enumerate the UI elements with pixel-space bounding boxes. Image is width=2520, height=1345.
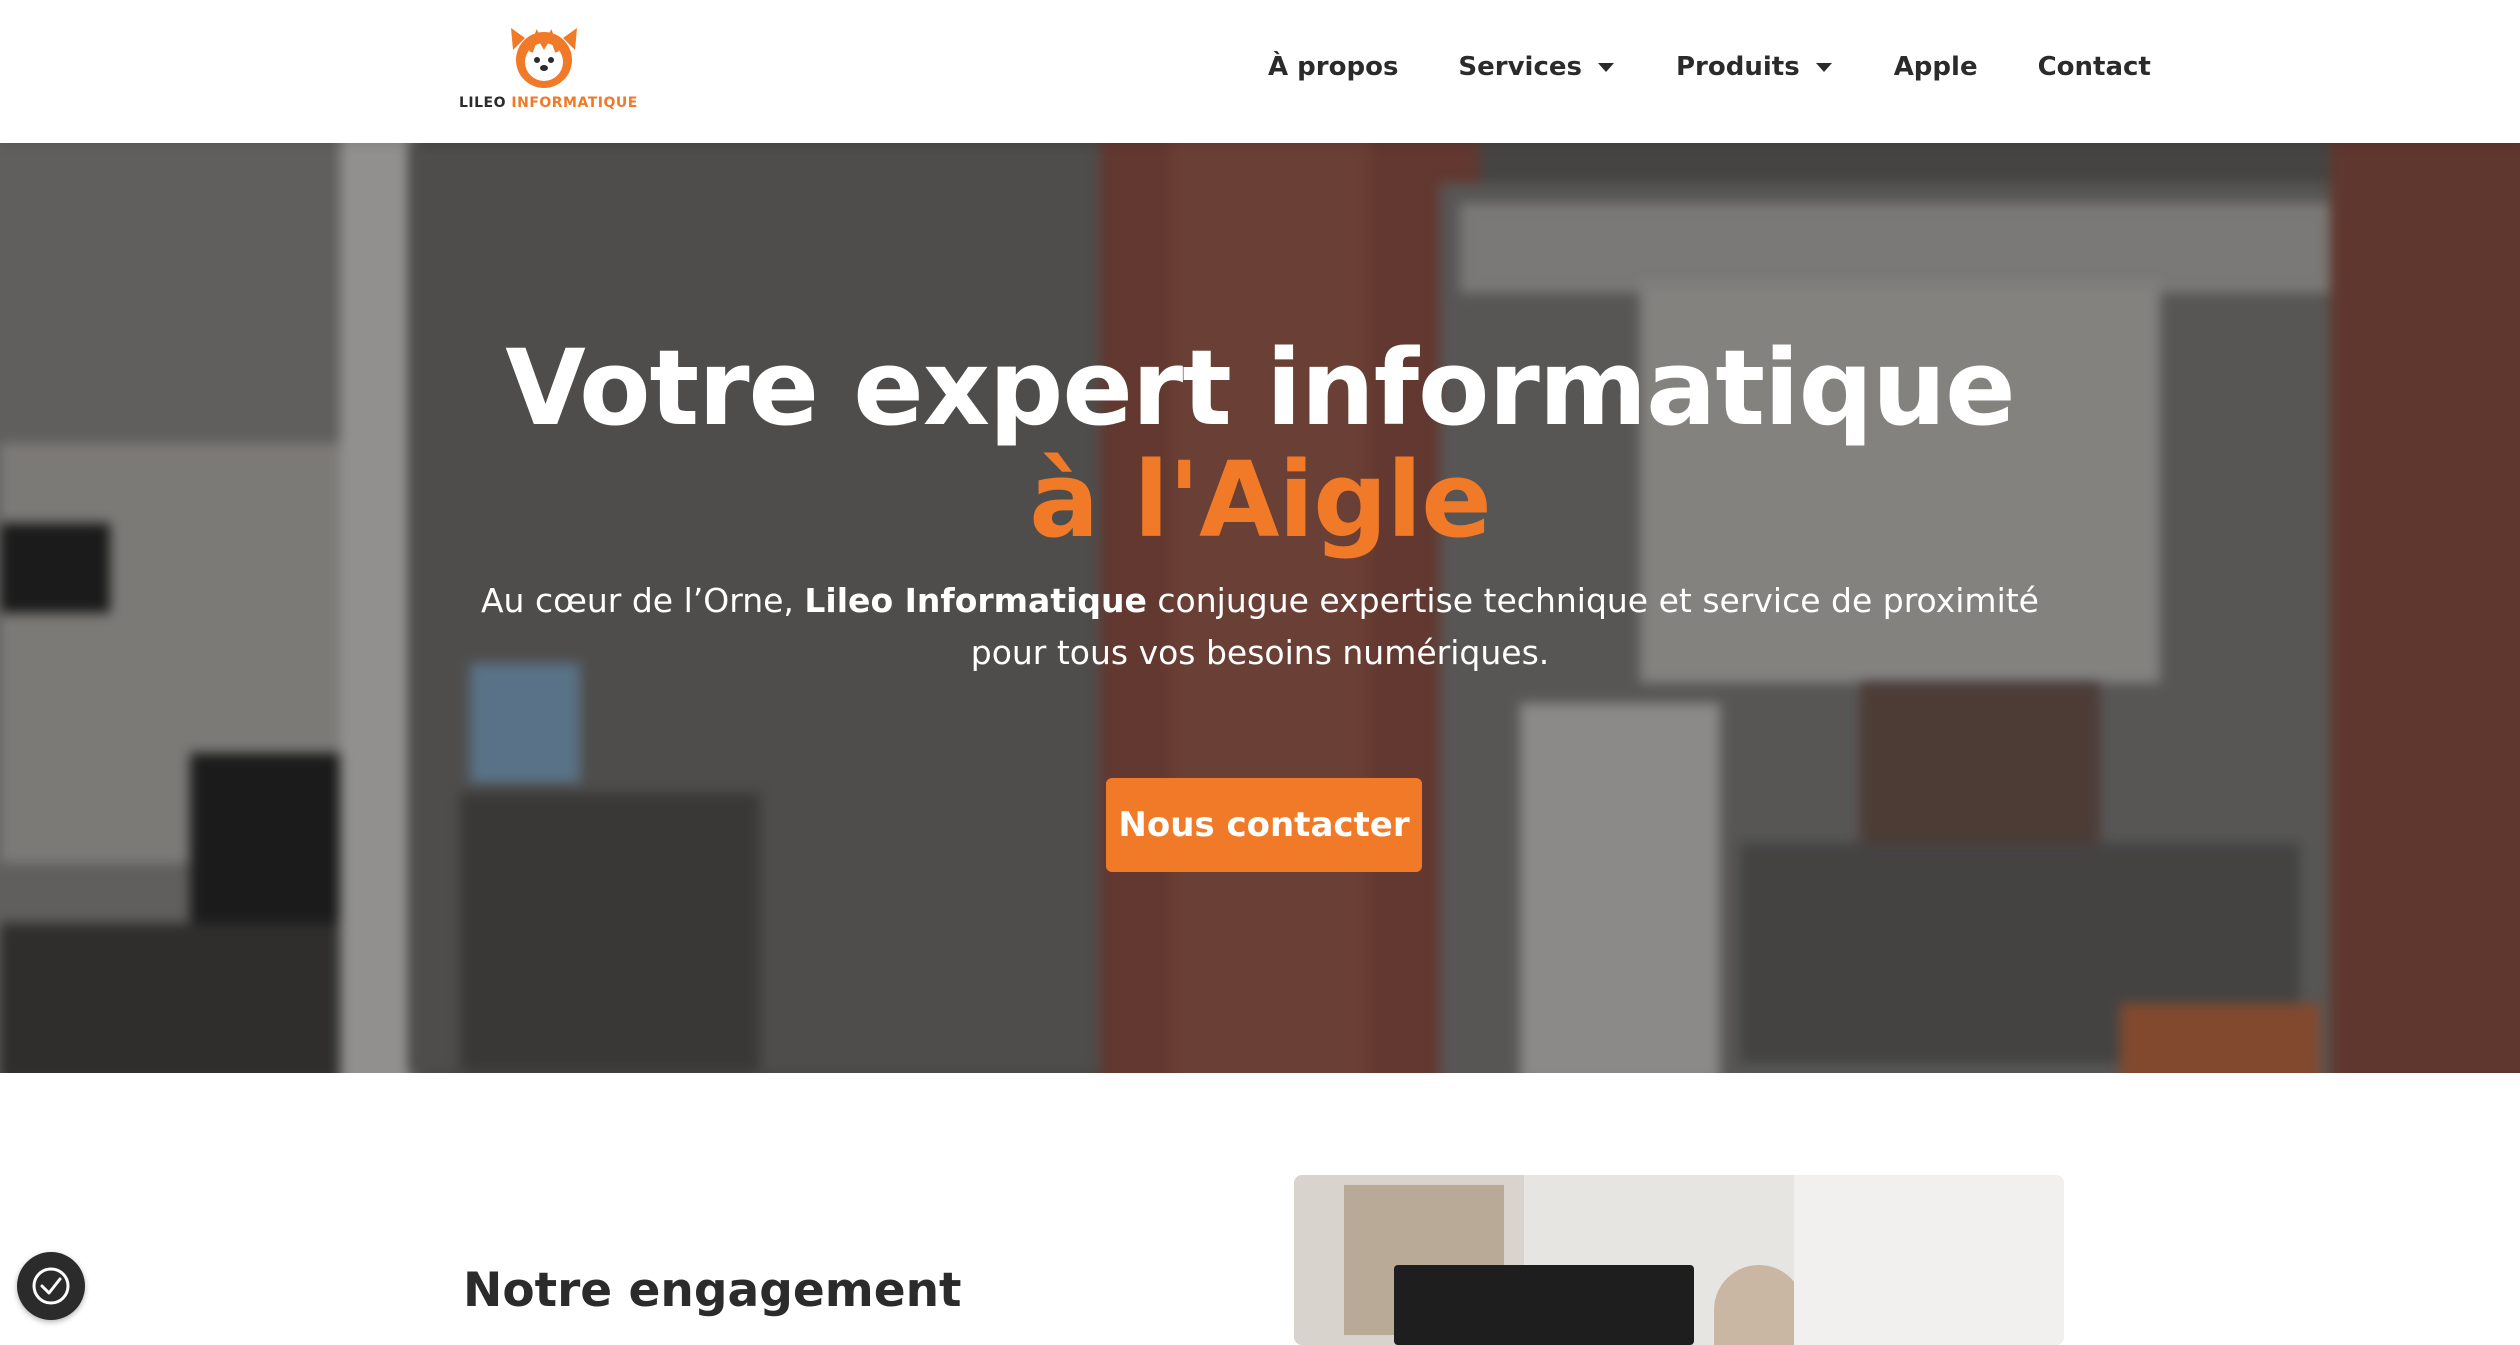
nav-item-about[interactable]: À propos (1268, 52, 1398, 82)
nav-item-products-label: Produits (1676, 52, 1800, 82)
nav-item-about-label: À propos (1268, 52, 1399, 82)
hero-subtitle-before: Au cœur de l’Orne, (480, 581, 805, 620)
site-header: LILEO INFORMATIQUE À propos Services Pro… (0, 0, 2520, 143)
section-title: Notre engagement (463, 1263, 962, 1318)
cookie-consent-icon (32, 1267, 70, 1305)
nav-item-apple[interactable]: Apple (1894, 52, 1978, 82)
chevron-down-icon (1598, 62, 1614, 72)
hero-section: Votre expert informatique à l'Aigle Au c… (0, 143, 2520, 1073)
logo-wordmark-part2: INFORMATIQUE (511, 95, 638, 111)
logo-wordmark-part1: LILEO (459, 95, 507, 111)
logo-wordmark: LILEO INFORMATIQUE (459, 95, 638, 111)
hero-title-line1: Votre expert informatique (505, 327, 2015, 449)
nav-item-apple-label: Apple (1893, 52, 1978, 82)
nav-item-contact-label: Contact (2037, 52, 2151, 82)
nav-item-services[interactable]: Services (1458, 52, 1614, 82)
cookie-settings-button[interactable] (17, 1252, 85, 1320)
nav-item-contact[interactable]: Contact (2038, 52, 2151, 82)
site-logo[interactable]: LILEO INFORMATIQUE (455, 20, 638, 115)
main-nav: À propos Services Produits Apple Contact (1268, 45, 2151, 89)
contact-cta-button[interactable]: Nous contacter (1106, 778, 1422, 872)
nav-item-services-label: Services (1458, 52, 1582, 82)
fox-logo-icon (511, 28, 577, 88)
chevron-down-icon (1815, 62, 1832, 72)
hero-title-line2: à l'Aigle (1029, 439, 1492, 561)
nav-item-products[interactable]: Produits (1676, 52, 1832, 82)
shop-photo (1294, 1175, 2064, 1345)
hero-subtitle-brand: Lileo Informatique (804, 581, 1147, 620)
hero-subtitle: Au cœur de l’Orne, Lileo Informatique co… (460, 575, 2060, 679)
